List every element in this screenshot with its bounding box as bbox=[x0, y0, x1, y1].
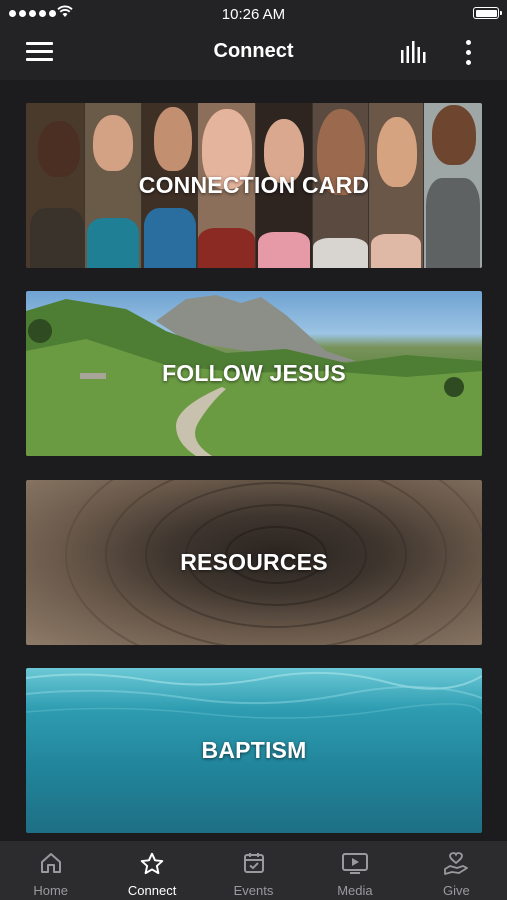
connection-card-tile[interactable]: CONNECTION CARD bbox=[26, 103, 482, 268]
card-label: FOLLOW JESUS bbox=[162, 360, 346, 386]
tab-label: Media bbox=[337, 883, 373, 898]
card-label: CONNECTION CARD bbox=[138, 172, 370, 198]
card-label: RESOURCES bbox=[180, 549, 328, 575]
tab-label: Home bbox=[33, 883, 69, 898]
audio-levels-icon[interactable] bbox=[400, 40, 430, 64]
tab-bar: Home Connect Events Media Give bbox=[0, 841, 507, 900]
heart-hand-icon bbox=[444, 852, 469, 875]
home-icon bbox=[40, 853, 61, 873]
nav-bar: Connect bbox=[0, 28, 507, 80]
battery-icon bbox=[473, 7, 502, 19]
card-label: BAPTISM bbox=[201, 737, 307, 763]
status-bar: 10:26 AM bbox=[0, 0, 507, 28]
baptism-tile[interactable]: BAPTISM bbox=[26, 668, 482, 833]
star-icon bbox=[140, 852, 164, 875]
resources-tile[interactable]: RESOURCES bbox=[26, 480, 482, 645]
tab-events[interactable]: Events bbox=[203, 841, 304, 900]
tab-connect[interactable]: Connect bbox=[101, 841, 202, 900]
tab-give[interactable]: Give bbox=[406, 841, 507, 900]
play-icon bbox=[341, 853, 368, 874]
tab-label: Give bbox=[442, 883, 470, 898]
tab-media[interactable]: Media bbox=[304, 841, 405, 900]
more-options-icon[interactable] bbox=[464, 40, 472, 68]
page-title: Connect bbox=[213, 40, 294, 62]
status-time: 10:26 AM bbox=[221, 6, 286, 23]
tab-label: Connect bbox=[127, 883, 177, 898]
tab-home[interactable]: Home bbox=[0, 841, 101, 900]
calendar-icon bbox=[243, 853, 264, 873]
tab-label: Events bbox=[233, 883, 274, 898]
follow-jesus-tile[interactable]: FOLLOW JESUS bbox=[26, 291, 482, 456]
